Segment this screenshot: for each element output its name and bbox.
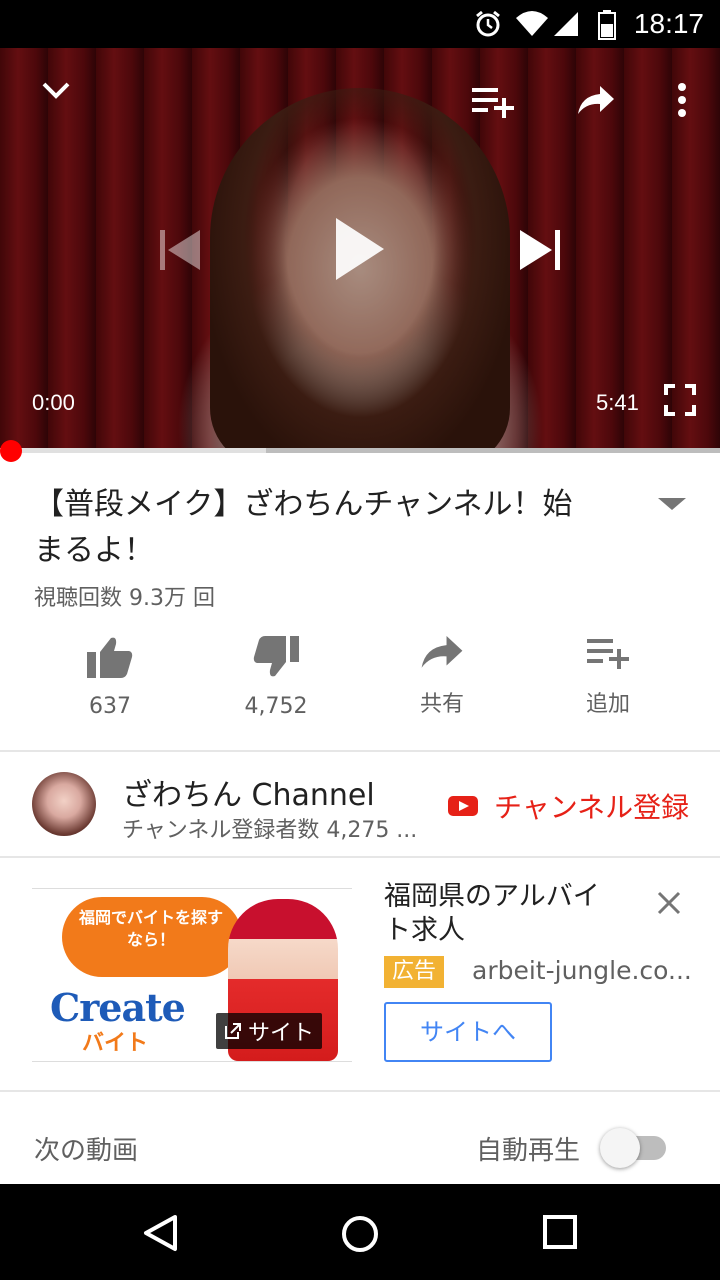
video-title: 【普段メイク】ざわちんチャンネル！始 まるよ！ bbox=[34, 482, 624, 574]
share-icon[interactable] bbox=[578, 86, 614, 116]
ad-badge: 広告 bbox=[384, 956, 445, 988]
youtube-logo-icon bbox=[448, 796, 478, 816]
play-icon[interactable] bbox=[334, 216, 386, 282]
fullscreen-icon[interactable] bbox=[664, 384, 696, 416]
subscribe-label: チャンネル登録 bbox=[494, 791, 690, 824]
next-icon[interactable] bbox=[518, 230, 562, 270]
divider bbox=[0, 750, 720, 752]
ad-site-badge[interactable]: サイト bbox=[216, 1013, 323, 1049]
dislike-button[interactable]: 4,752 bbox=[216, 636, 336, 719]
add-to-playlist-icon[interactable] bbox=[472, 86, 514, 118]
scrubber-handle[interactable] bbox=[0, 440, 22, 462]
like-count: 637 bbox=[89, 694, 131, 719]
status-bar: 18:17 bbox=[0, 0, 720, 48]
dislike-count: 4,752 bbox=[244, 694, 308, 719]
visit-site-button[interactable]: サイトへ bbox=[384, 1002, 552, 1062]
ad-thumbnail-logo-sub: バイト bbox=[82, 1031, 149, 1056]
video-title-line2: まるよ！ bbox=[34, 533, 154, 568]
add-to-label: 追加 bbox=[585, 692, 630, 717]
back-icon[interactable] bbox=[142, 1214, 178, 1252]
share-button[interactable]: 共有 bbox=[382, 636, 502, 718]
add-to-playlist-icon bbox=[587, 639, 629, 669]
signal-icon bbox=[554, 12, 578, 36]
minimize-chevron-icon[interactable] bbox=[40, 78, 72, 102]
recents-icon[interactable] bbox=[542, 1214, 578, 1250]
ad-title[interactable]: 福岡県のアルバイト求人 bbox=[384, 880, 624, 948]
status-time: 18:17 bbox=[633, 8, 704, 39]
like-button[interactable]: 637 bbox=[50, 636, 170, 719]
video-player[interactable]: 0:00 5:41 bbox=[0, 48, 720, 452]
view-count: 視聴回数 9.3万 回 bbox=[34, 586, 215, 611]
add-to-button[interactable]: 追加 bbox=[548, 636, 668, 718]
ad-domain: arbeit-jungle.co... bbox=[472, 956, 692, 985]
channel-name[interactable]: ざわちん Channel bbox=[122, 770, 375, 814]
home-icon[interactable] bbox=[340, 1214, 380, 1254]
up-next-label: 次の動画 bbox=[34, 1136, 139, 1166]
channel-avatar[interactable] bbox=[32, 772, 96, 836]
current-time: 0:00 bbox=[32, 390, 75, 415]
share-label: 共有 bbox=[419, 692, 464, 717]
share-icon bbox=[421, 636, 463, 668]
thumbs-up-icon bbox=[87, 637, 133, 678]
autoplay-toggle[interactable] bbox=[600, 1128, 640, 1168]
autoplay-label: 自動再生 bbox=[476, 1136, 581, 1166]
system-nav-bar bbox=[0, 1184, 720, 1280]
ad-thumbnail[interactable]: 福岡でバイトを探すなら！ Create バイト サイト bbox=[32, 888, 352, 1062]
ad-thumbnail-text: 福岡でバイトを探すなら！ bbox=[78, 908, 223, 949]
external-link-icon bbox=[225, 1023, 241, 1039]
thumbs-down-icon bbox=[253, 636, 299, 677]
ad-site-badge-label: サイト bbox=[248, 1021, 315, 1046]
ad-thumbnail-logo: Create bbox=[50, 985, 186, 1030]
close-icon[interactable] bbox=[656, 890, 682, 916]
expand-description-icon[interactable] bbox=[658, 496, 686, 512]
wifi-icon bbox=[516, 11, 548, 36]
progress-buffer bbox=[0, 448, 267, 453]
progress-bar[interactable] bbox=[0, 448, 720, 453]
more-vert-icon[interactable] bbox=[676, 82, 688, 118]
divider bbox=[0, 1090, 720, 1092]
alarm-icon bbox=[476, 10, 500, 37]
battery-icon bbox=[598, 10, 616, 40]
divider bbox=[0, 856, 720, 858]
channel-subscriber-count: チャンネル登録者数 4,275 ... bbox=[122, 818, 418, 843]
video-title-line1: 【普段メイク】ざわちんチャンネル！始 bbox=[34, 487, 573, 522]
subscribe-button[interactable]: チャンネル登録 bbox=[448, 786, 689, 826]
previous-icon[interactable] bbox=[158, 230, 202, 270]
duration: 5:41 bbox=[596, 390, 639, 415]
